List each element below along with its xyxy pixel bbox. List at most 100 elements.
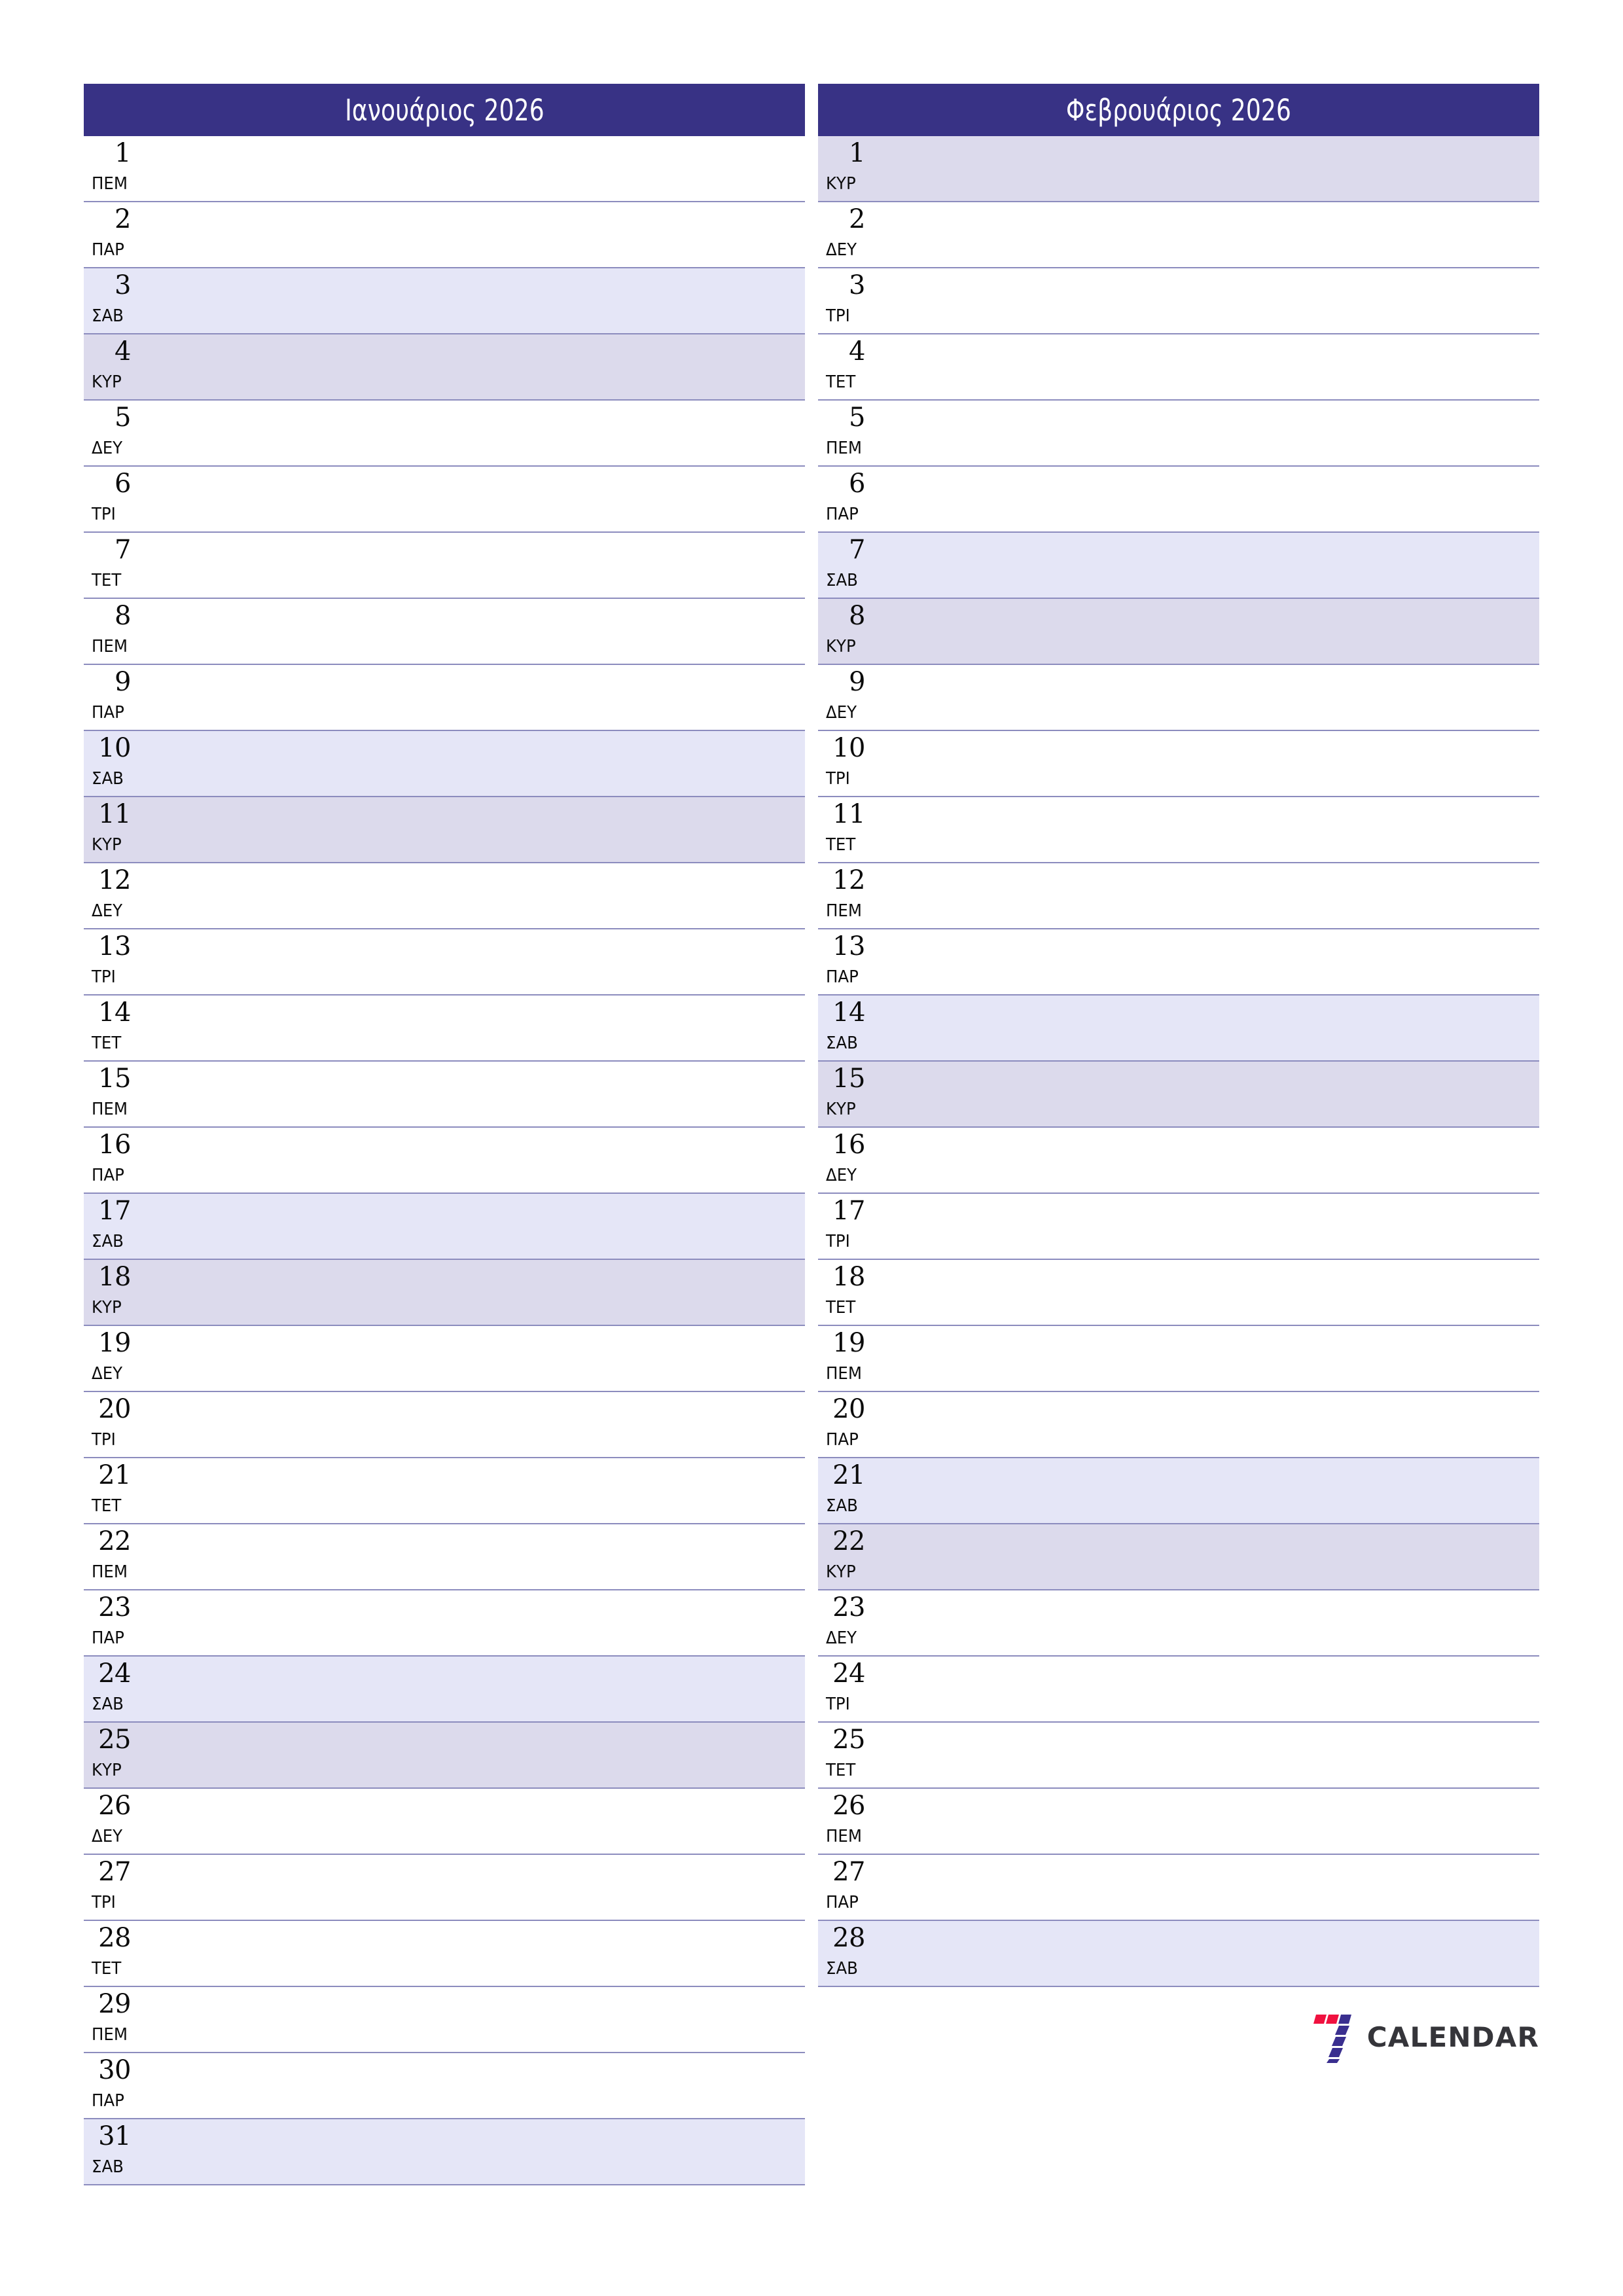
day-row[interactable]: 22 ΠΕΜ (84, 1524, 805, 1590)
day-row[interactable]: 7 ΤΕΤ (84, 533, 805, 599)
day-row[interactable]: 28 ΤΕΤ (84, 1921, 805, 1987)
day-number: 13 (832, 931, 865, 961)
day-row[interactable]: 13 ΠΑΡ (818, 929, 1539, 996)
day-weekday-label: ΤΕΤ (92, 571, 122, 590)
day-row[interactable]: 28 ΣΑΒ (818, 1921, 1539, 1987)
day-row[interactable]: 4 ΤΕΤ (818, 334, 1539, 401)
day-row[interactable]: 6 ΠΑΡ (818, 467, 1539, 533)
day-row[interactable]: 5 ΔΕΥ (84, 401, 805, 467)
day-number: 19 (832, 1328, 865, 1358)
day-weekday-label: ΠΑΡ (826, 1893, 859, 1912)
day-row[interactable]: 8 ΚΥΡ (818, 599, 1539, 665)
day-row[interactable]: 14 ΣΑΒ (818, 996, 1539, 1062)
day-row[interactable]: 11 ΤΕΤ (818, 797, 1539, 863)
day-number: 20 (832, 1394, 865, 1424)
day-weekday-label: ΠΕΜ (92, 174, 128, 194)
day-row[interactable]: 16 ΔΕΥ (818, 1128, 1539, 1194)
day-number: 6 (115, 469, 131, 499)
day-row[interactable]: 12 ΠΕΜ (818, 863, 1539, 929)
day-weekday-label: ΚΥΡ (92, 835, 122, 855)
day-row[interactable]: 18 ΚΥΡ (84, 1260, 805, 1326)
day-row[interactable]: 24 ΤΡΙ (818, 1657, 1539, 1723)
day-row[interactable]: 13 ΤΡΙ (84, 929, 805, 996)
day-row[interactable]: 21 ΤΕΤ (84, 1458, 805, 1524)
day-row[interactable]: 19 ΔΕΥ (84, 1326, 805, 1392)
day-row[interactable]: 10 ΣΑΒ (84, 731, 805, 797)
day-row[interactable]: 18 ΤΕΤ (818, 1260, 1539, 1326)
day-weekday-label: ΣΑΒ (92, 1695, 124, 1714)
day-row[interactable]: 26 ΔΕΥ (84, 1789, 805, 1855)
day-weekday-label: ΠΑΡ (826, 1430, 859, 1450)
day-number: 3 (115, 270, 131, 300)
day-number: 1 (849, 138, 865, 168)
day-row[interactable]: 31 ΣΑΒ (84, 2119, 805, 2185)
day-number: 28 (832, 1923, 865, 1953)
day-number: 26 (832, 1791, 865, 1821)
day-weekday-label: ΤΕΤ (826, 1298, 856, 1318)
day-weekday-label: ΤΡΙ (826, 769, 850, 789)
day-weekday-label: ΚΥΡ (92, 1298, 122, 1318)
day-row[interactable]: 22 ΚΥΡ (818, 1524, 1539, 1590)
day-row[interactable]: 30 ΠΑΡ (84, 2053, 805, 2119)
day-number: 10 (832, 733, 865, 763)
day-row[interactable]: 23 ΠΑΡ (84, 1590, 805, 1657)
day-row[interactable]: 15 ΚΥΡ (818, 1062, 1539, 1128)
day-row[interactable]: 11 ΚΥΡ (84, 797, 805, 863)
day-row[interactable]: 14 ΤΕΤ (84, 996, 805, 1062)
day-number: 11 (98, 799, 131, 829)
day-number: 11 (832, 799, 865, 829)
day-row[interactable]: 6 ΤΡΙ (84, 467, 805, 533)
day-row[interactable]: 5 ΠΕΜ (818, 401, 1539, 467)
day-number: 16 (832, 1130, 865, 1160)
day-row[interactable]: 3 ΣΑΒ (84, 268, 805, 334)
day-row[interactable]: 27 ΤΡΙ (84, 1855, 805, 1921)
day-row[interactable]: 29 ΠΕΜ (84, 1987, 805, 2053)
day-row[interactable]: 27 ΠΑΡ (818, 1855, 1539, 1921)
month-column-january: Ιανουάριος 2026 1 ΠΕΜ 2 ΠΑΡ 3 ΣΑΒ 4 ΚΥΡ 5 ΔΕΥ 6 ΤΡΙ… (84, 84, 805, 2185)
day-row[interactable]: 20 ΤΡΙ (84, 1392, 805, 1458)
day-row[interactable]: 17 ΤΡΙ (818, 1194, 1539, 1260)
day-number: 21 (98, 1460, 131, 1490)
day-number: 5 (849, 403, 865, 433)
day-row[interactable]: 25 ΤΕΤ (818, 1723, 1539, 1789)
day-row[interactable]: 3 ΤΡΙ (818, 268, 1539, 334)
day-row[interactable]: 1 ΠΕΜ (84, 136, 805, 202)
day-weekday-label: ΤΡΙ (92, 967, 116, 987)
day-number: 26 (98, 1791, 131, 1821)
day-row[interactable]: 26 ΠΕΜ (818, 1789, 1539, 1855)
day-number: 15 (832, 1064, 865, 1094)
day-number: 17 (98, 1196, 131, 1226)
day-row[interactable]: 24 ΣΑΒ (84, 1657, 805, 1723)
day-weekday-label: ΔΕΥ (826, 1166, 857, 1185)
day-row[interactable]: 9 ΠΑΡ (84, 665, 805, 731)
brand-wordmark: CALENDAR (1366, 2021, 1539, 2053)
day-row[interactable]: 17 ΣΑΒ (84, 1194, 805, 1260)
day-number: 2 (849, 204, 865, 234)
day-row[interactable]: 25 ΚΥΡ (84, 1723, 805, 1789)
day-weekday-label: ΠΕΜ (92, 2025, 128, 2045)
day-weekday-label: ΤΡΙ (92, 1430, 116, 1450)
day-row[interactable]: 9 ΔΕΥ (818, 665, 1539, 731)
day-number: 14 (98, 997, 131, 1028)
day-row[interactable]: 2 ΠΑΡ (84, 202, 805, 268)
day-row[interactable]: 16 ΠΑΡ (84, 1128, 805, 1194)
day-row[interactable]: 8 ΠΕΜ (84, 599, 805, 665)
day-row[interactable]: 21 ΣΑΒ (818, 1458, 1539, 1524)
day-row[interactable]: 23 ΔΕΥ (818, 1590, 1539, 1657)
day-row[interactable]: 15 ΠΕΜ (84, 1062, 805, 1128)
day-number: 16 (98, 1130, 131, 1160)
day-row[interactable]: 10 ΤΡΙ (818, 731, 1539, 797)
day-number: 7 (849, 535, 865, 565)
day-row[interactable]: 19 ΠΕΜ (818, 1326, 1539, 1392)
day-row[interactable]: 7 ΣΑΒ (818, 533, 1539, 599)
day-row[interactable]: 2 ΔΕΥ (818, 202, 1539, 268)
month-title: Φεβρουάριος 2026 (1065, 92, 1292, 128)
day-number: 24 (832, 1659, 865, 1689)
day-row[interactable]: 4 ΚΥΡ (84, 334, 805, 401)
day-number: 19 (98, 1328, 131, 1358)
day-row[interactable]: 1 ΚΥΡ (818, 136, 1539, 202)
day-row[interactable]: 20 ΠΑΡ (818, 1392, 1539, 1458)
day-row[interactable]: 12 ΔΕΥ (84, 863, 805, 929)
day-weekday-label: ΚΥΡ (826, 1562, 856, 1582)
day-weekday-label: ΔΕΥ (826, 240, 857, 260)
